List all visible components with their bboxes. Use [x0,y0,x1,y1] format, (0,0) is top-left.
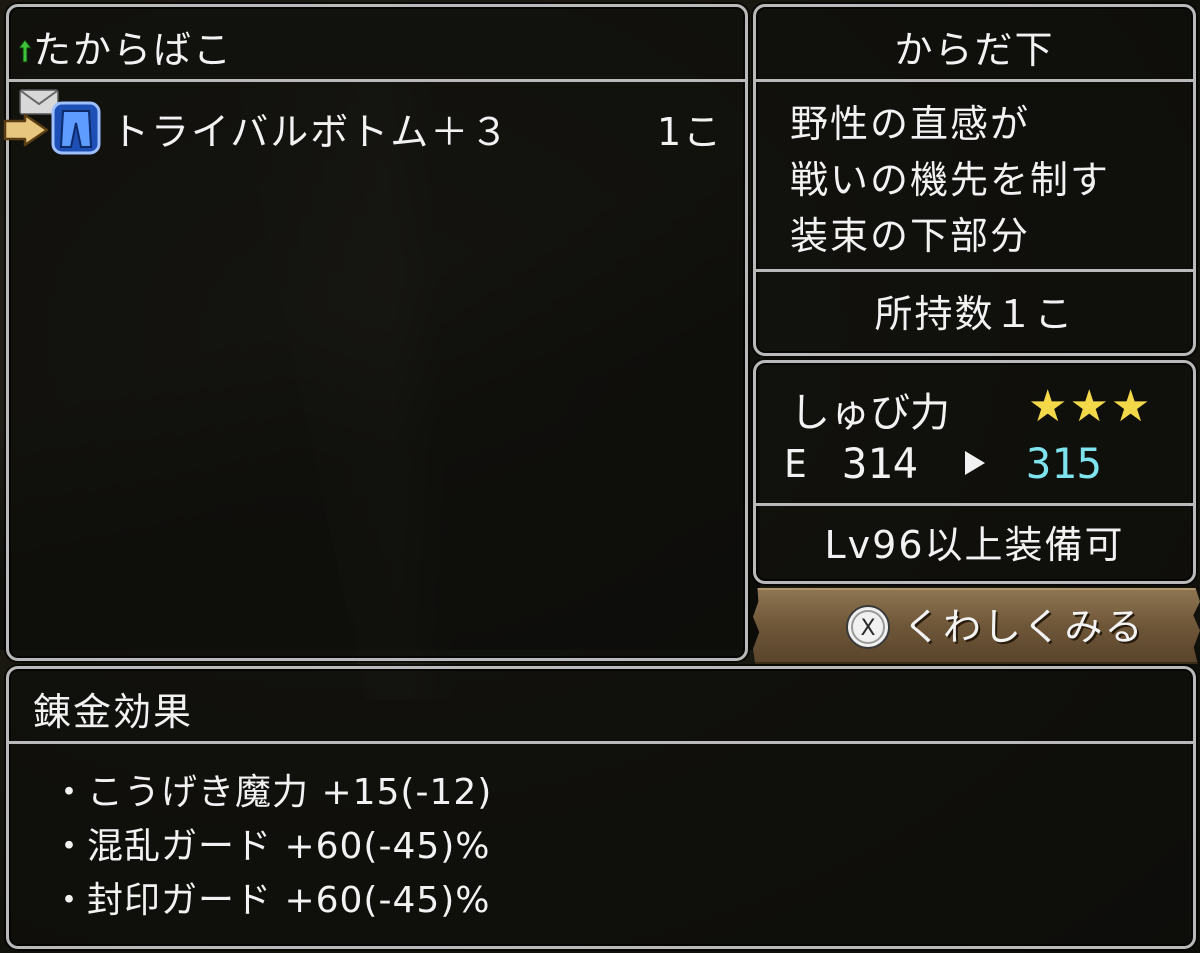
pointer-hand-icon [3,113,49,147]
scroll-arrow-icon [18,39,32,63]
star-rating: ★★★ [1028,381,1153,432]
alchemy-divider [9,741,1193,744]
item-name: トライバルボトム＋３ [111,110,511,154]
stats-panel: しゅび力 ★★★ E 314 315 Lv96以上装備可 [753,360,1196,584]
alchemy-effect: 封印ガード +60(-45)% [87,880,491,921]
description-line: 装束の下部分 [790,214,1031,258]
list-item: ・混乱ガード +60(-45)% [51,829,491,865]
svg-text:X: X [860,616,875,641]
stat-name: しゅび力 [790,390,950,436]
treasure-box-panel: たからばこ トライバルボトム＋３ 1こ [3,4,748,661]
equipped-marker: E [784,442,807,486]
owned-divider [756,269,1193,272]
bullet: ・ [51,772,89,813]
bullet: ・ [51,826,89,867]
arrow-right-icon [965,451,985,475]
panel-title: たからばこ [33,28,234,72]
item-info-panel: からだ下 野性の直感が 戦いの機先を制す 装束の下部分 所持数１こ [753,4,1196,356]
slot-divider [756,79,1193,82]
details-button-label: くわしくみる [903,605,1145,649]
owned-count: 所持数１こ [874,292,1075,336]
list-item: ・封印ガード +60(-45)% [51,883,491,919]
item-quantity: 1こ [657,110,724,154]
alchemy-panel: 錬金効果 ・こうげき魔力 +15(-12) ・混乱ガード +60(-45)% ・… [6,666,1196,949]
alchemy-effect: こうげき魔力 +15(-12) [87,772,493,813]
level-requirement: Lv96以上装備可 [824,523,1125,567]
alchemy-effect: 混乱ガード +60(-45)% [87,826,491,867]
alchemy-title: 錬金効果 [33,690,194,734]
description-line: 野性の直感が [790,102,1031,146]
stats-divider [756,503,1193,506]
equip-slot: からだ下 [894,28,1055,72]
current-value: 314 [842,439,918,488]
details-button[interactable]: X くわしくみる [753,588,1200,664]
description-line: 戦いの機先を制す [790,158,1111,202]
title-divider [9,79,745,82]
x-button-icon: X [846,605,890,649]
new-value: 315 [1026,439,1102,488]
list-item: ・こうげき魔力 +15(-12) [51,775,492,811]
bullet: ・ [51,880,89,921]
bottom-armor-icon [51,101,101,155]
